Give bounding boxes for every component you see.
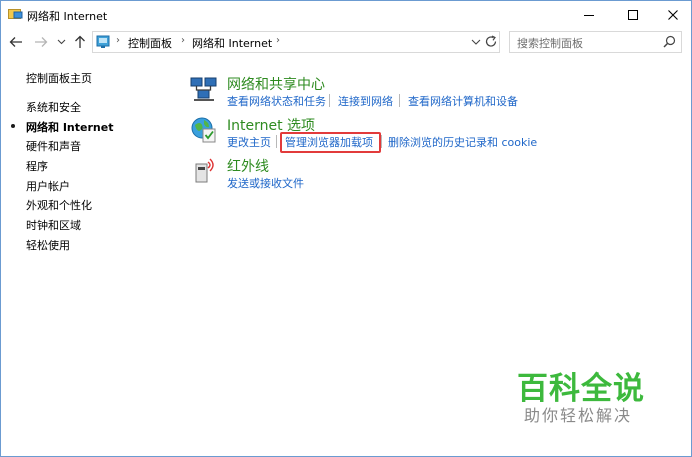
breadcrumb-separator-icon: › [276,35,280,46]
internet-options-icon[interactable] [190,116,218,147]
window-title: 网络和 Internet [27,10,108,23]
link-view-network-computers[interactable]: 查看网络计算机和设备 [408,93,518,109]
link-delete-browsing-history[interactable]: 删除浏览的历史记录和 cookie [388,134,537,150]
watermark-slogan: 助你轻松解决 [524,406,633,425]
arrow-right-icon [35,37,48,47]
refresh-icon [485,35,497,47]
control-panel-window: 网络和 Internet › 控制面板 › 网络和 Internet › 搜索控… [0,0,692,457]
address-dropdown-button[interactable] [470,36,482,48]
maximize-icon [628,9,638,20]
forward-button[interactable] [32,32,50,52]
sidebar-item-user-accounts[interactable]: 用户帐户 [26,178,70,194]
link-send-receive-files[interactable]: 发送或接收文件 [227,175,304,191]
sidebar-item-hardware-sound[interactable]: 硬件和声音 [26,138,81,154]
search-icon[interactable] [663,35,676,48]
link-divider [381,135,382,148]
chevron-down-icon [471,39,481,45]
minimize-icon [584,14,594,16]
breadcrumb-separator-icon: › [116,35,120,46]
sidebar-item-system-security[interactable]: 系统和安全 [26,99,81,115]
category-title-network-sharing[interactable]: 网络和共享中心 [227,74,325,94]
close-icon [668,9,678,20]
highlight-box [280,132,381,153]
breadcrumb-control-panel[interactable]: 控制面板 [128,35,172,51]
network-folder-icon [8,7,23,21]
address-bar[interactable]: › 控制面板 › 网络和 Internet › [92,31,500,53]
link-divider [329,94,330,107]
link-divider [276,135,277,148]
sidebar-item-clock-region[interactable]: 时钟和区域 [26,217,81,233]
category-title-infrared[interactable]: 红外线 [227,156,269,176]
arrow-up-icon [75,35,85,48]
breadcrumb-separator-icon: › [181,35,185,46]
link-view-network-status[interactable]: 查看网络状态和任务 [227,93,326,109]
chevron-down-icon [57,39,65,45]
infrared-icon[interactable] [193,156,217,187]
back-button[interactable] [7,32,25,52]
search-box[interactable]: 搜索控制面板 [509,31,682,53]
navigation-bar: › 控制面板 › 网络和 Internet › 搜索控制面板 [1,29,691,55]
breadcrumb-network-internet[interactable]: 网络和 Internet [192,35,272,51]
close-button[interactable] [655,1,691,28]
title-bar: 网络和 Internet [1,1,691,28]
sidebar-item-appearance[interactable]: 外观和个性化 [26,197,92,213]
sidebar-item-control-panel-home[interactable]: 控制面板主页 [26,70,92,86]
active-item-bullet-icon [11,124,15,128]
maximize-button[interactable] [615,1,651,28]
link-connect-network[interactable]: 连接到网络 [338,93,393,109]
arrow-left-icon [9,37,22,47]
recent-locations-button[interactable] [54,32,68,52]
sidebar-item-ease-of-access[interactable]: 轻松使用 [26,237,70,253]
minimize-button[interactable] [571,1,607,28]
refresh-button[interactable] [484,34,498,49]
sidebar-item-network-internet[interactable]: 网络和 Internet [26,119,113,135]
search-input[interactable]: 搜索控制面板 [517,35,583,51]
link-divider [399,94,400,107]
control-panel-icon [96,34,112,49]
network-icon[interactable] [189,75,219,106]
link-change-homepage[interactable]: 更改主页 [227,134,271,150]
sidebar-item-programs[interactable]: 程序 [26,158,48,174]
up-button[interactable] [71,32,89,52]
